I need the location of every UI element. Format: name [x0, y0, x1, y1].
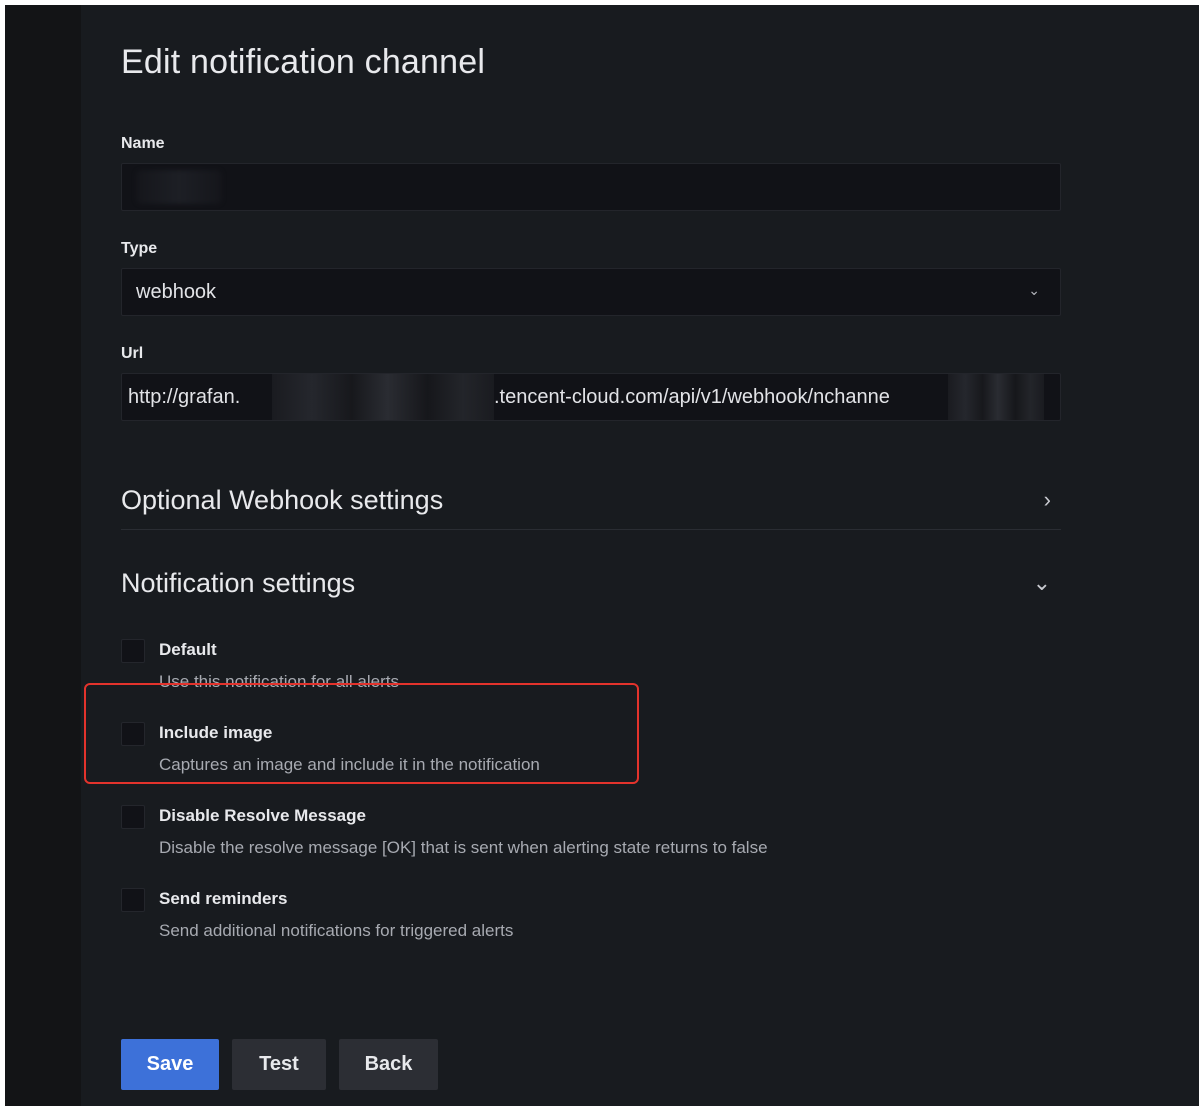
chevron-down-icon: ⌄ [1032, 570, 1051, 595]
option-title: Default [159, 640, 217, 659]
url-input[interactable]: http://grafan. .tencent-cloud.com/api/v1… [121, 373, 1061, 421]
optional-webhook-section-header[interactable]: Optional Webhook settings › [121, 470, 1061, 530]
main-content: Edit notification channel Name Type webh… [121, 5, 1065, 1106]
sidebar [5, 5, 81, 1106]
save-button[interactable]: Save [121, 1039, 219, 1090]
option-title: Send reminders [159, 889, 288, 908]
url-value: http://grafan. .tencent-cloud.com/api/v1… [122, 374, 1060, 420]
url-redacted [272, 374, 494, 420]
url-value-start: http://grafan. [128, 386, 241, 408]
notification-settings-title: Notification settings [121, 567, 356, 598]
url-value-end: .tencent-cloud.com/api/v1/webhook/nchann… [494, 386, 890, 408]
url-redacted-end [948, 374, 1044, 420]
default-checkbox[interactable] [121, 639, 145, 663]
back-button[interactable]: Back [339, 1039, 438, 1090]
test-button[interactable]: Test [232, 1039, 326, 1090]
name-input[interactable] [121, 163, 1061, 211]
highlight-annotation [84, 683, 639, 784]
notification-section-header[interactable]: Notification settings ⌄ [121, 553, 1061, 613]
option-disable-resolve-message: Disable Resolve Message Disable the reso… [121, 803, 921, 863]
type-label: Type [121, 240, 158, 257]
send-reminders-checkbox[interactable] [121, 888, 145, 912]
optional-webhook-title: Optional Webhook settings [121, 484, 444, 515]
option-description: Send additional notifications for trigge… [159, 921, 514, 940]
url-label: Url [121, 345, 144, 362]
app-frame: Edit notification channel Name Type webh… [5, 5, 1199, 1106]
chevron-down-icon: ⌄ [1028, 282, 1040, 298]
chevron-right-icon: › [1043, 487, 1051, 512]
name-redacted [136, 170, 222, 204]
option-description: Disable the resolve message [OK] that is… [159, 838, 768, 857]
option-title: Disable Resolve Message [159, 806, 366, 825]
page-title: Edit notification channel [121, 43, 486, 81]
type-select-value: webhook [136, 280, 217, 303]
option-send-reminders: Send reminders Send additional notificat… [121, 886, 921, 946]
name-label: Name [121, 135, 165, 152]
section-divider [121, 529, 1061, 530]
disable-resolve-checkbox[interactable] [121, 805, 145, 829]
type-select[interactable]: webhook ⌄ [121, 268, 1061, 316]
